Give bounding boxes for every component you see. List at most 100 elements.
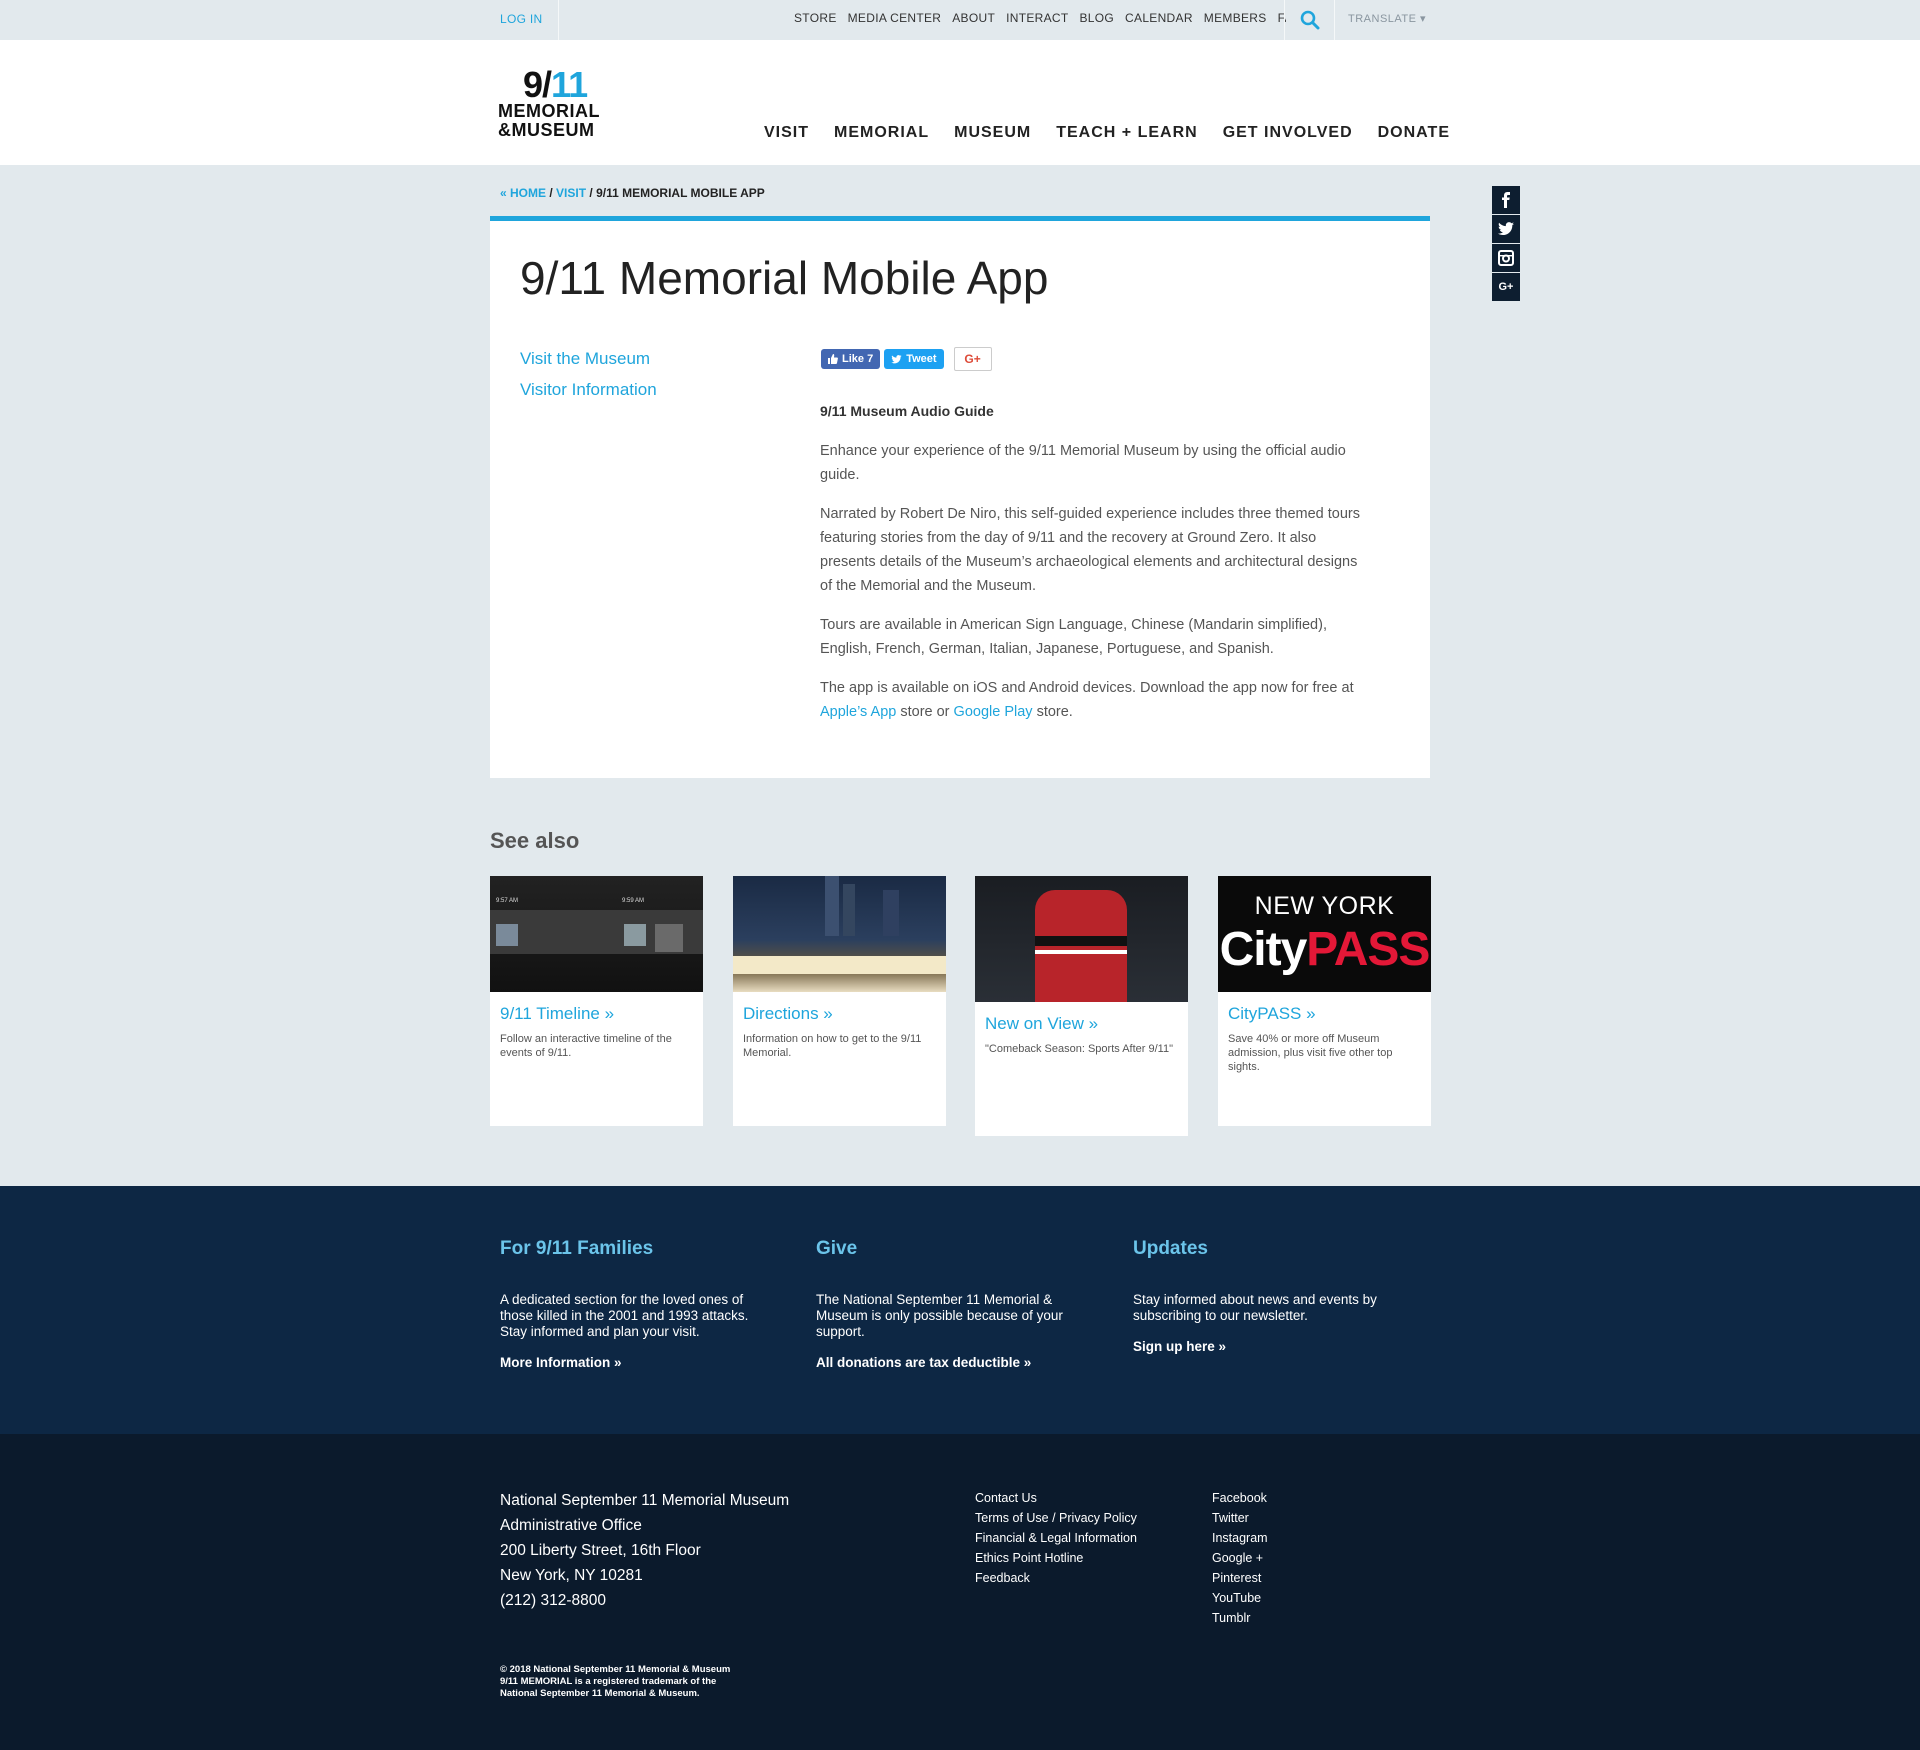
tile-description: Information on how to get to the 9/11 Me…	[743, 1033, 922, 1059]
login-link[interactable]: LOG IN	[500, 12, 542, 26]
newsletter-signup-link[interactable]: Sign up here »	[1133, 1339, 1226, 1354]
twitter-bird-icon	[891, 354, 902, 363]
search-icon	[1300, 10, 1320, 30]
breadcrumb-home[interactable]: « HOME	[500, 186, 546, 200]
tile-title: CityPASS »	[1228, 1004, 1316, 1023]
side-link-visitor-information[interactable]: Visitor Information	[520, 374, 657, 405]
footer-info-links: Contact Us Terms of Use / Privacy Policy…	[975, 1488, 1137, 1588]
timeline-thumbnail: 9:57 AM 9:59 AM	[490, 876, 703, 992]
tile-title: New on View »	[985, 1014, 1099, 1033]
article-paragraph: The app is available on iOS and Android …	[820, 680, 1354, 720]
footer-link-facebook[interactable]: Facebook	[1212, 1488, 1268, 1508]
logo-line-museum: &MUSEUM	[498, 120, 595, 140]
translate-dropdown[interactable]: TRANSLATE ▾	[1348, 12, 1426, 25]
donations-link[interactable]: All donations are tax deductible »	[816, 1355, 1031, 1370]
see-also-card-new-on-view[interactable]: New on View » "Comeback Season: Sports A…	[975, 876, 1188, 1136]
logo-mark: 9/11	[523, 64, 588, 105]
article-paragraph: Enhance your experience of the 9/11 Memo…	[820, 443, 1346, 483]
page-title: 9/11 Memorial Mobile App	[520, 252, 1049, 304]
util-link-about[interactable]: ABOUT	[952, 11, 995, 25]
see-also-card-timeline[interactable]: 9:57 AM 9:59 AM 9/11 Timeline » Follow a…	[490, 876, 703, 1126]
utility-links: STORE MEDIA CENTER ABOUT INTERACT BLOG C…	[794, 11, 1302, 25]
footer-col-title: Updates	[1133, 1238, 1208, 1259]
side-link-visit-museum[interactable]: Visit the Museum	[520, 343, 657, 374]
util-link-store[interactable]: STORE	[794, 11, 837, 25]
nav-teach-learn[interactable]: TEACH + LEARN	[1056, 124, 1197, 142]
social-sidebar: G+	[1492, 186, 1520, 301]
google-plus-icon[interactable]: G+	[1492, 273, 1520, 301]
breadcrumb-visit[interactable]: VISIT	[556, 186, 586, 200]
footer-col-give: Give The National September 11 Memorial …	[816, 1238, 1086, 1372]
footer-address: National September 11 Memorial Museum Ad…	[500, 1492, 790, 1609]
footer-col-updates: Updates Stay informed about news and eve…	[1133, 1238, 1403, 1356]
facebook-icon[interactable]	[1492, 186, 1520, 214]
tweet-button[interactable]: Tweet	[884, 349, 944, 369]
footer-bottom: National September 11 Memorial Museum Ad…	[0, 1434, 1920, 1750]
footer-link-feedback[interactable]: Feedback	[975, 1568, 1137, 1588]
section-nav: Visit the Museum Visitor Information	[520, 343, 657, 405]
article-paragraph: Tours are available in American Sign Lan…	[820, 617, 1327, 657]
google-play-link[interactable]: Google Play	[954, 704, 1033, 720]
nav-get-involved[interactable]: GET INVOLVED	[1223, 124, 1353, 142]
see-also-heading: See also	[490, 828, 580, 853]
logo-line-memorial: MEMORIAL	[498, 101, 600, 121]
util-link-members[interactable]: MEMBERS	[1204, 11, 1267, 25]
google-plus-share-button[interactable]: G+	[953, 347, 992, 371]
footer-link-terms-privacy[interactable]: Terms of Use / Privacy Policy	[975, 1508, 1137, 1528]
twitter-icon[interactable]	[1492, 215, 1520, 243]
nav-donate[interactable]: DONATE	[1378, 124, 1450, 142]
divider	[1284, 0, 1285, 40]
footer-link-instagram[interactable]: Instagram	[1212, 1528, 1268, 1548]
util-link-calendar[interactable]: CALENDAR	[1125, 11, 1193, 25]
footer-col-title: Give	[816, 1238, 858, 1259]
new-on-view-thumbnail	[975, 876, 1188, 1002]
share-buttons: Like 7 Tweet G+	[821, 347, 992, 371]
footer-link-tumblr[interactable]: Tumblr	[1212, 1608, 1268, 1628]
copyright: © 2018 National September 11 Memorial & …	[500, 1664, 731, 1699]
search-button[interactable]	[1286, 0, 1334, 40]
tile-title: Directions »	[743, 1004, 833, 1023]
footer-col-families: For 9/11 Families A dedicated section fo…	[500, 1238, 770, 1372]
footer-link-google-plus[interactable]: Google +	[1212, 1548, 1268, 1568]
site-logo[interactable]: 9/11 MEMORIAL &MUSEUM	[498, 64, 618, 140]
apple-app-store-link[interactable]: Apple’s App	[820, 704, 896, 720]
footer-link-pinterest[interactable]: Pinterest	[1212, 1568, 1268, 1588]
content-card: 9/11 Memorial Mobile App Visit the Museu…	[490, 216, 1430, 778]
footer-col-text: The National September 11 Memorial & Mus…	[816, 1292, 1063, 1339]
footer-callouts: For 9/11 Families A dedicated section fo…	[0, 1186, 1920, 1434]
citypass-thumbnail: NEW YORK CityPASS	[1218, 876, 1431, 992]
footer-link-financial[interactable]: Financial & Legal Information	[975, 1528, 1137, 1548]
thumbs-up-icon	[828, 354, 838, 364]
util-link-media-center[interactable]: MEDIA CENTER	[848, 11, 942, 25]
footer-link-ethics[interactable]: Ethics Point Hotline	[975, 1548, 1137, 1568]
nav-museum[interactable]: MUSEUM	[954, 124, 1031, 142]
divider	[1334, 0, 1335, 40]
nav-memorial[interactable]: MEMORIAL	[834, 124, 929, 142]
more-information-link[interactable]: More Information »	[500, 1355, 622, 1370]
article-paragraph: Narrated by Robert De Niro, this self-gu…	[820, 506, 1360, 594]
footer-link-twitter[interactable]: Twitter	[1212, 1508, 1268, 1528]
facebook-like-button[interactable]: Like 7	[821, 349, 881, 369]
main-nav: VISIT MEMORIAL MUSEUM TEACH + LEARN GET …	[764, 124, 1450, 142]
util-link-interact[interactable]: INTERACT	[1006, 11, 1068, 25]
tile-title: 9/11 Timeline »	[500, 1004, 615, 1023]
article-body: 9/11 Museum Audio Guide Enhance your exp…	[820, 399, 1360, 739]
tile-description: "Comeback Season: Sports After 9/11"	[985, 1043, 1173, 1055]
nav-visit[interactable]: VISIT	[764, 124, 809, 142]
see-also-card-directions[interactable]: Directions » Information on how to get t…	[733, 876, 946, 1126]
breadcrumb-current: 9/11 MEMORIAL MOBILE APP	[596, 186, 765, 200]
divider	[558, 0, 559, 40]
footer-col-title: For 9/11 Families	[500, 1238, 654, 1259]
see-also-card-citypass[interactable]: NEW YORK CityPASS CityPASS » Save 40% or…	[1218, 876, 1431, 1126]
directions-thumbnail	[733, 876, 946, 992]
footer-link-youtube[interactable]: YouTube	[1212, 1588, 1268, 1608]
instagram-icon[interactable]	[1492, 244, 1520, 272]
util-link-blog[interactable]: BLOG	[1080, 11, 1115, 25]
utility-bar: LOG IN STORE MEDIA CENTER ABOUT INTERACT…	[0, 0, 1920, 40]
footer-col-text: Stay informed about news and events by s…	[1133, 1292, 1377, 1323]
site-header: 9/11 MEMORIAL &MUSEUM VISIT MEMORIAL MUS…	[0, 40, 1920, 165]
tile-description: Save 40% or more off Museum admission, p…	[1228, 1033, 1393, 1073]
tile-description: Follow an interactive timeline of the ev…	[500, 1033, 672, 1059]
footer-link-contact[interactable]: Contact Us	[975, 1488, 1137, 1508]
breadcrumb: « HOME / VISIT / 9/11 MEMORIAL MOBILE AP…	[500, 186, 765, 200]
